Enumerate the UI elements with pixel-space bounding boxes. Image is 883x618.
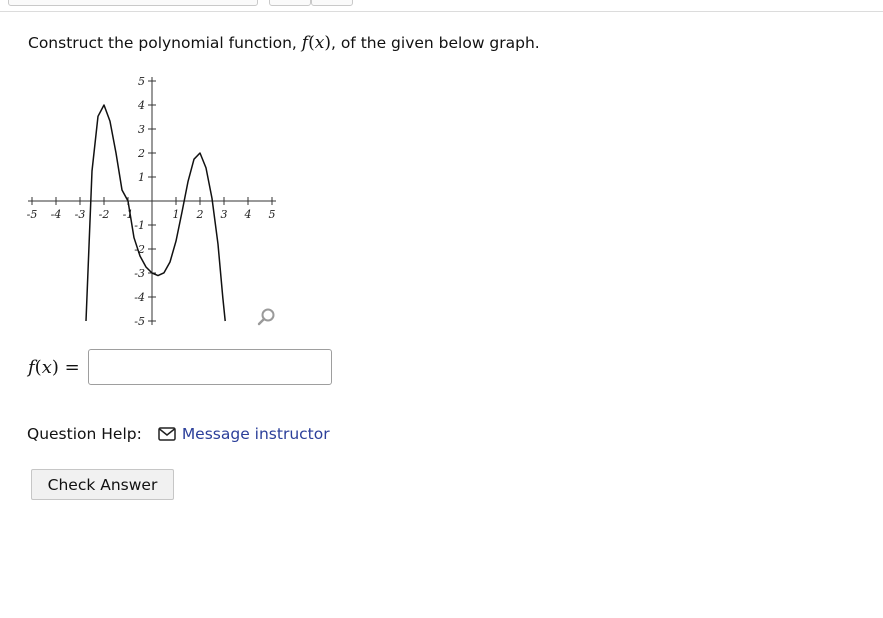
x-tick-label: -3: [75, 208, 86, 221]
y-tick-label: -3: [134, 267, 145, 280]
answer-label: f(x) =: [28, 356, 80, 378]
y-tick-label: -1: [134, 219, 145, 232]
x-tick-label: 3: [221, 208, 228, 221]
top-divider: [0, 11, 883, 12]
top-toolbar-button-left[interactable]: [269, 0, 311, 6]
x-tick-label: 4: [244, 208, 252, 221]
answer-input[interactable]: [87, 349, 332, 385]
y-tick-label: 5: [138, 75, 145, 88]
x-tick-label: 5: [269, 208, 276, 221]
top-toolbar-button-right[interactable]: [311, 0, 353, 6]
message-instructor-link[interactable]: Message instructor: [182, 425, 330, 443]
y-tick-label: -4: [134, 291, 145, 304]
x-tick-label: -5: [27, 208, 38, 221]
question-function-notation: f(x): [301, 33, 331, 53]
question-page: Construct the polynomial function, f(x),…: [0, 0, 883, 618]
polynomial-graph: -5 -4 -3 -2 -1 1 2 3 4 5 5 4 3 2 1 -1 -2 -3 -4 -5: [24, 72, 286, 334]
question-prefix: Construct the polynomial function,: [28, 34, 297, 52]
x-tick-label: -1: [123, 208, 134, 221]
function-variable: x: [314, 33, 325, 53]
answer-row: f(x) =: [28, 348, 332, 386]
y-tick-label: 4: [137, 99, 145, 112]
y-tick-label: 2: [137, 147, 145, 160]
y-tick-label: 1: [138, 171, 145, 184]
check-answer-button[interactable]: Check Answer: [31, 469, 174, 500]
x-tick-label: -2: [99, 208, 110, 221]
x-tick-label: 1: [173, 208, 180, 221]
graph-canvas: -5 -4 -3 -2 -1 1 2 3 4 554321-1-2-3-4-5: [27, 75, 276, 328]
x-tick-label: 2: [196, 208, 204, 221]
envelope-icon[interactable]: [158, 427, 176, 441]
answer-function-symbol: f: [28, 356, 35, 378]
question-text: Construct the polynomial function, f(x),…: [28, 32, 540, 54]
question-suffix: , of the given below graph.: [330, 34, 540, 52]
question-help-row: Question Help: Message instructor: [27, 425, 330, 443]
magnifier-icon[interactable]: [256, 306, 278, 328]
question-help-label: Question Help:: [27, 425, 142, 443]
x-tick-label: -4: [51, 208, 62, 221]
y-tick-label: 3: [138, 123, 145, 136]
answer-variable: x: [41, 356, 52, 378]
top-toolbar-strip: [0, 0, 883, 12]
top-toolbar-field[interactable]: [8, 0, 258, 6]
y-tick-label: -5: [134, 315, 145, 328]
